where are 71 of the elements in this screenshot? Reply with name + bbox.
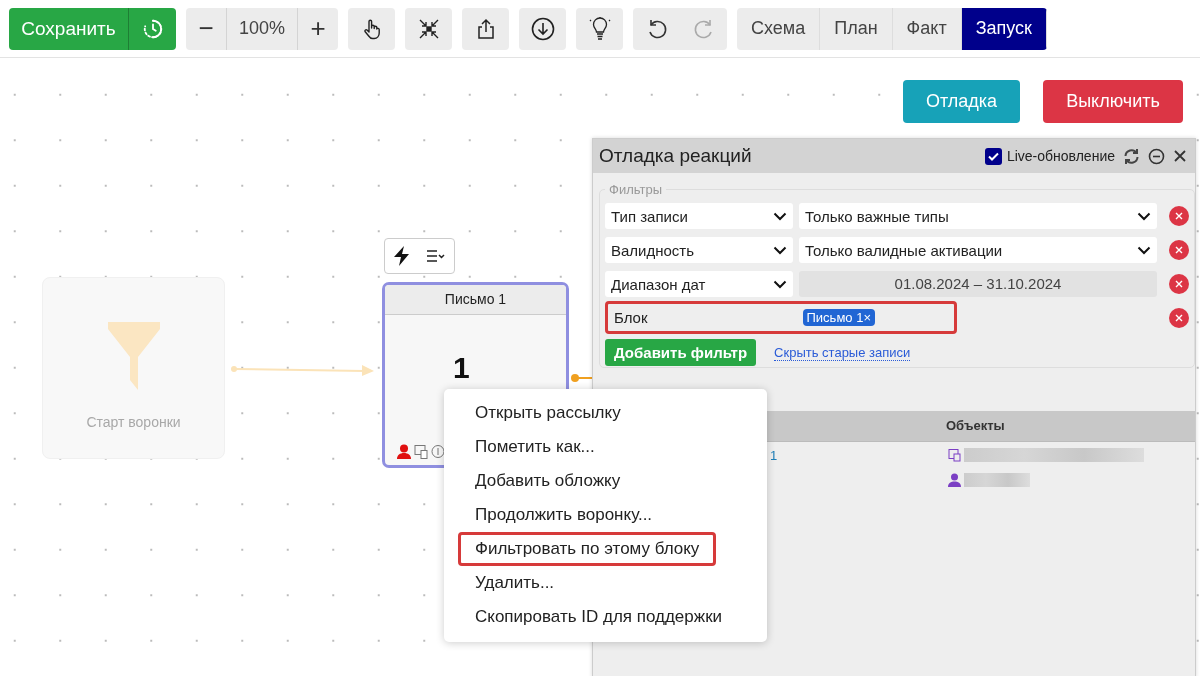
undo-button[interactable] [633,7,680,50]
filter-field-select[interactable]: Валидность [605,237,793,263]
column-header: Объекты [946,418,1005,433]
remove-filter-button[interactable] [1169,206,1189,226]
cross-icon[interactable] [1174,211,1184,221]
redacted-text [964,473,1030,487]
remove-filter-button[interactable] [1169,274,1189,294]
date-range-field[interactable]: 01.08.2024 – 31.10.2024 [799,271,1157,297]
zoom-out-button[interactable]: − [186,7,226,50]
export-button[interactable] [462,7,509,50]
node-label: Старт воронки [86,414,181,430]
filter-value-select[interactable]: Только валидные активации [799,237,1157,263]
connector-dot [570,374,592,382]
download-button[interactable] [519,7,566,50]
history-icon[interactable] [141,17,164,40]
panel-title: Отладка реакций [599,145,753,167]
cross-icon[interactable] [1174,245,1184,255]
live-update-checkbox[interactable]: Live-обновление [984,147,1115,165]
menu-item[interactable]: Скопировать ID для поддержки [458,600,740,634]
share-icon [475,17,496,40]
cross-icon[interactable] [1174,312,1184,323]
lightning-icon[interactable] [392,246,411,266]
close-icon[interactable] [1173,149,1187,163]
devices-icon [414,444,428,459]
chevron-down-icon[interactable] [773,211,787,221]
remove-filter-button[interactable] [1169,307,1189,328]
filter-field-select[interactable]: Диапазон дат [605,271,793,297]
mode-tab[interactable]: Факт [892,7,962,50]
menu-item[interactable]: Фильтровать по этому блоку [458,532,717,566]
history-button[interactable] [128,7,176,50]
zoom-in-button[interactable]: + [298,7,338,50]
chevron-down-icon[interactable] [773,279,787,289]
filters-legend: Фильтры [605,182,666,197]
minimize-icon[interactable] [1148,147,1165,165]
person-icon [397,444,411,459]
remove-filter-button[interactable] [1169,240,1189,260]
person-icon [948,473,961,487]
filter-field-select[interactable]: Тип записи [605,203,793,229]
mode-tab[interactable]: Запуск [961,7,1047,50]
funnel-icon [107,322,160,390]
menu-item[interactable]: Удалить... [458,566,572,600]
checkbox-icon[interactable] [984,147,1002,165]
chevron-down-icon[interactable] [773,245,787,255]
tag-chip[interactable]: Письмо 1× [802,309,875,326]
mode-tab[interactable]: План [820,7,893,50]
menu-item[interactable]: Продолжить воронку... [458,498,670,532]
filter-label: Блок [614,309,648,326]
devices-icon [948,448,961,462]
lightbulb-icon [587,16,612,41]
disable-button[interactable]: Выключить [1043,80,1183,123]
filter-value-select[interactable]: Только важные типы [799,203,1157,229]
hand-icon [361,17,382,40]
fit-view-button[interactable] [405,7,452,50]
redo-icon [692,17,715,40]
download-icon [530,16,555,41]
compress-icon [417,17,440,40]
hide-old-records-link[interactable]: Скрыть старые записи [774,344,911,361]
node-count: 1 [453,351,470,385]
table-cell: 1 [770,448,778,463]
refresh-icon[interactable] [1123,147,1140,165]
block-filter[interactable]: Блок Письмо 1× [605,301,957,334]
coin-icon [431,444,445,459]
hint-button[interactable] [576,7,623,50]
cross-icon[interactable] [1174,279,1184,289]
node-title: Письмо 1 [385,285,566,315]
mode-tab[interactable]: Схема [737,7,821,50]
pan-tool-button[interactable] [348,7,395,50]
zoom-level-button[interactable]: 100% [226,7,298,50]
menu-icon[interactable] [426,249,447,263]
chevron-down-icon[interactable] [1137,211,1151,221]
chevron-down-icon[interactable] [1137,245,1151,255]
